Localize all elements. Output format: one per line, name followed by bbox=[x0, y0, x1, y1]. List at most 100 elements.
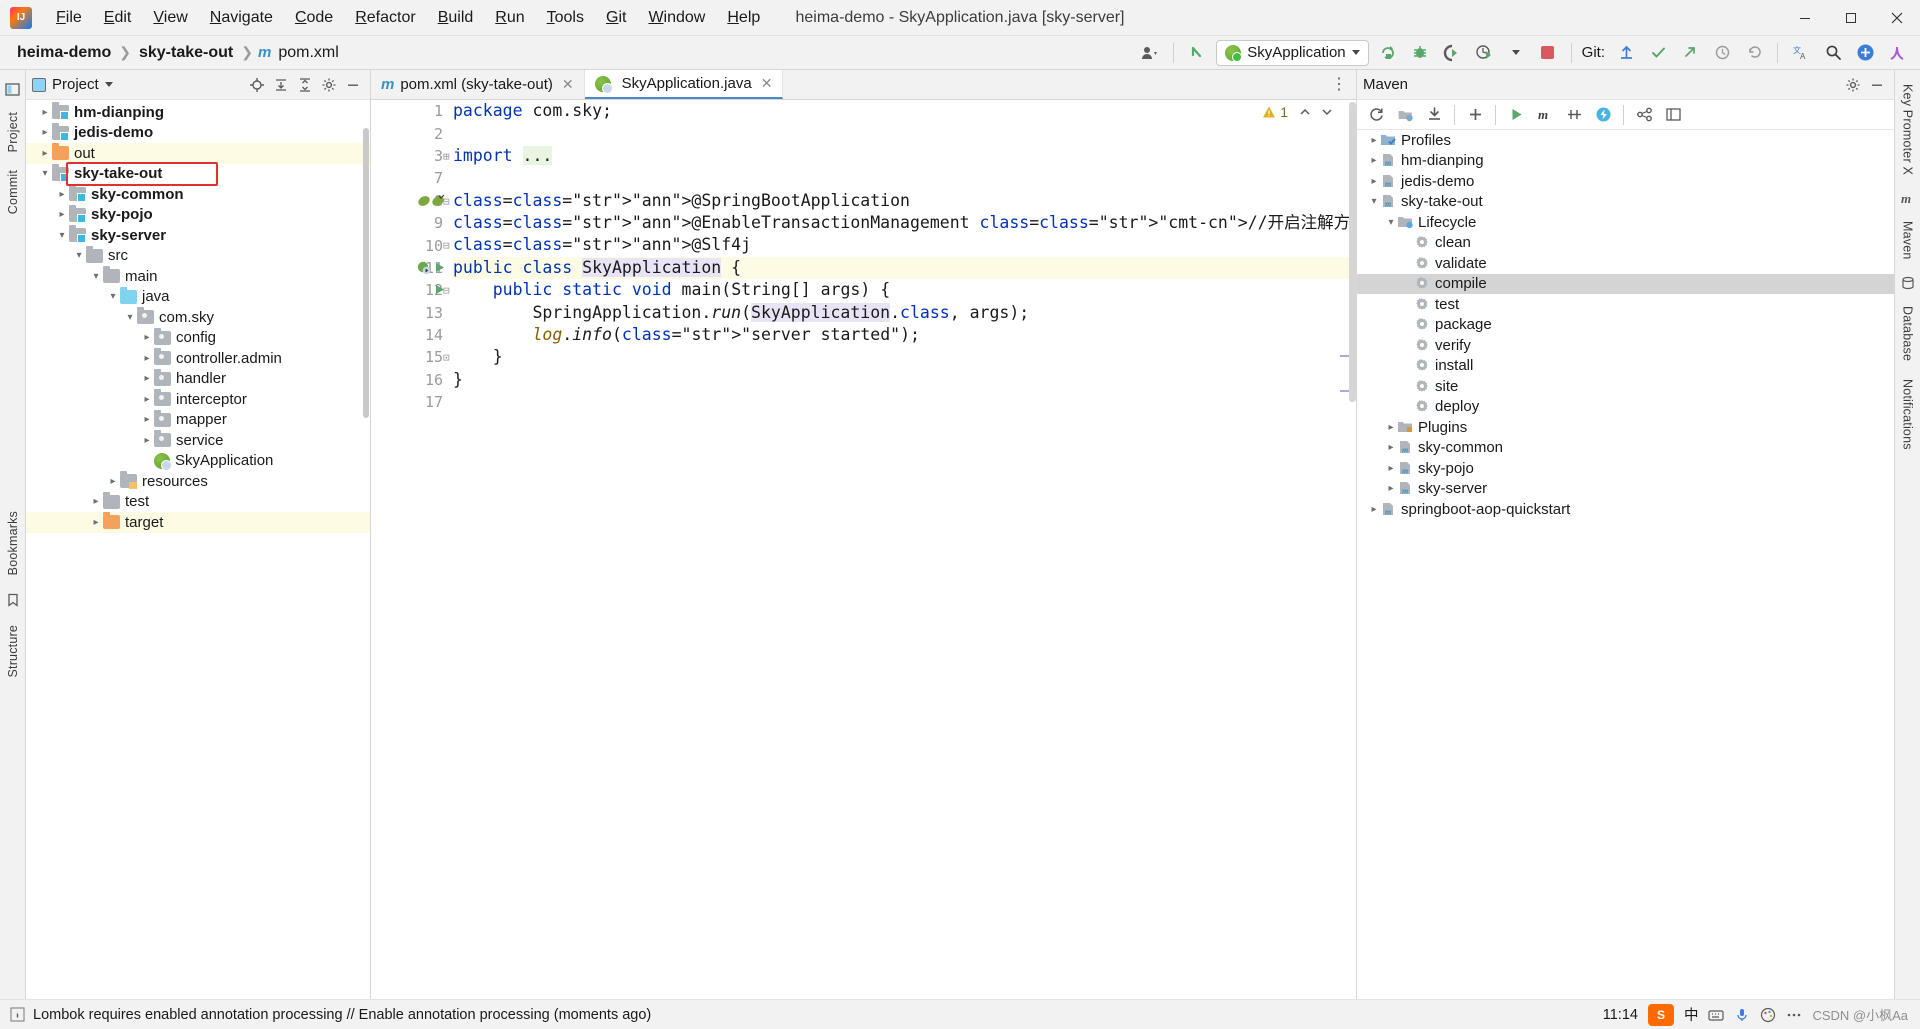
maven-tree-row[interactable]: validate bbox=[1357, 253, 1894, 274]
editor-gutter[interactable]: 1237891011121314151617⊞⊟⊟⊟⊡ bbox=[371, 100, 450, 1001]
database-icon[interactable] bbox=[1898, 273, 1918, 293]
chevron-right-icon[interactable]: ▸ bbox=[89, 496, 103, 507]
project-tree-row[interactable]: ▸ interceptor bbox=[26, 389, 370, 410]
bean-icon[interactable] bbox=[417, 194, 431, 208]
palette-icon[interactable] bbox=[1760, 1007, 1776, 1023]
project-tree-row[interactable]: ▸ controller.admin bbox=[26, 348, 370, 369]
maximize-button[interactable] bbox=[1828, 0, 1874, 36]
project-tree-row[interactable]: ▸ config bbox=[26, 327, 370, 349]
right-rail-item-key-promoter[interactable]: Key Promoter X bbox=[1901, 76, 1915, 183]
editor-tab-pom-xml[interactable]: m pom.xml (sky-take-out) ✕ bbox=[371, 70, 585, 99]
run-line-icon[interactable] bbox=[433, 261, 447, 275]
maven-tree-row[interactable]: install bbox=[1357, 356, 1894, 377]
chevron-down-icon[interactable] bbox=[1503, 40, 1529, 66]
collapse-all-icon[interactable] bbox=[294, 74, 316, 96]
code-line[interactable]: } bbox=[453, 369, 1356, 391]
chevron-right-icon[interactable]: ▸ bbox=[1367, 155, 1381, 166]
code-line[interactable]: class=class="str">"ann">@SpringBootAppli… bbox=[453, 190, 1356, 212]
breadcrumb-item-1[interactable]: sky-take-out bbox=[136, 42, 236, 64]
left-rail-item-project[interactable]: Project bbox=[6, 104, 20, 160]
code-line[interactable]: import ... bbox=[453, 145, 1356, 167]
maven-tree-row[interactable]: site bbox=[1357, 376, 1894, 397]
maven-tree-row[interactable]: compile bbox=[1357, 273, 1894, 294]
chevron-right-icon[interactable]: ▸ bbox=[55, 189, 69, 200]
project-tree-row[interactable]: ▸ hm-dianping bbox=[26, 102, 370, 123]
code-line[interactable]: log.info(class="str">"server started"); bbox=[453, 324, 1356, 346]
code-line[interactable]: SpringApplication.run(SkyApplication.cla… bbox=[453, 302, 1356, 324]
right-rail-item-notifications[interactable]: Notifications bbox=[1901, 371, 1915, 458]
maven-tree-row[interactable]: package bbox=[1357, 315, 1894, 336]
spring-run-icon[interactable] bbox=[417, 261, 431, 275]
breadcrumb-item-2[interactable]: pom.xml bbox=[275, 42, 341, 64]
chevron-right-icon[interactable]: ▸ bbox=[1367, 176, 1381, 187]
maven-tree-row[interactable]: ▸ m jedis-demo bbox=[1357, 171, 1894, 192]
chevron-right-icon[interactable]: ▸ bbox=[140, 414, 154, 425]
hide-icon[interactable] bbox=[1866, 74, 1888, 96]
maven-tree-row[interactable]: ▸ m sky-server bbox=[1357, 479, 1894, 500]
bottom-rail-item-structure[interactable]: Structure bbox=[6, 617, 20, 686]
maven-tree-row[interactable]: ▸ m sky-pojo bbox=[1357, 458, 1894, 479]
code-line[interactable] bbox=[453, 122, 1356, 144]
add-maven-project-icon[interactable] bbox=[1392, 103, 1418, 127]
chevron-right-icon[interactable]: ▸ bbox=[140, 373, 154, 384]
settings-icon[interactable] bbox=[318, 74, 340, 96]
project-tool-icon[interactable] bbox=[3, 79, 23, 99]
chevron-right-icon[interactable]: ▸ bbox=[140, 332, 154, 343]
maven-tree-row[interactable]: clean bbox=[1357, 233, 1894, 254]
code-editor[interactable]: 1237891011121314151617⊞⊟⊟⊟⊡ package com.… bbox=[371, 100, 1356, 1001]
translate-icon[interactable]: 文A bbox=[1788, 40, 1814, 66]
git-rollback-icon[interactable] bbox=[1741, 40, 1767, 66]
project-tree-row[interactable]: ▾ sky-take-out bbox=[26, 163, 370, 185]
maven-tool-icon[interactable]: m bbox=[1898, 188, 1918, 208]
menu-item-run[interactable]: Run bbox=[485, 5, 534, 31]
project-tree-row[interactable]: ▾ sky-server bbox=[26, 225, 370, 246]
show-dependencies-icon[interactable] bbox=[1631, 103, 1657, 127]
window-controls[interactable] bbox=[1782, 0, 1920, 36]
close-button[interactable] bbox=[1874, 0, 1920, 36]
stop-button[interactable] bbox=[1535, 40, 1561, 66]
ime-lang-label[interactable]: 中 bbox=[1684, 1004, 1699, 1025]
project-tree-row[interactable]: ▾ src bbox=[26, 245, 370, 267]
debug-icon[interactable] bbox=[1407, 40, 1433, 66]
bottom-rail-item-bookmarks[interactable]: Bookmarks bbox=[6, 503, 20, 583]
code-line[interactable]: public class SkyApplication { bbox=[453, 256, 1356, 280]
notification-message-bar[interactable]: Lombok requires enabled annotation proce… bbox=[0, 999, 1920, 1029]
more-icon[interactable] bbox=[1786, 1007, 1802, 1023]
chevron-right-icon[interactable]: ▸ bbox=[1384, 483, 1398, 494]
chevron-right-icon[interactable]: ▸ bbox=[38, 127, 52, 138]
chevron-down-icon[interactable]: ▾ bbox=[106, 291, 120, 302]
profiler-icon[interactable] bbox=[1471, 40, 1497, 66]
locate-icon[interactable] bbox=[246, 74, 268, 96]
chevron-right-icon[interactable]: ▸ bbox=[1384, 422, 1398, 433]
chevron-right-icon[interactable]: ▸ bbox=[1367, 135, 1381, 146]
offline-mode-icon[interactable] bbox=[1590, 103, 1616, 127]
project-tree-row[interactable]: ▾ main bbox=[26, 266, 370, 287]
breadcrumb-item-0[interactable]: heima-demo bbox=[14, 42, 114, 64]
project-tree-row[interactable]: ▸ resources bbox=[26, 471, 370, 492]
download-sources-icon[interactable] bbox=[1421, 103, 1447, 127]
chevron-right-icon[interactable]: ▸ bbox=[140, 394, 154, 405]
menu-item-file[interactable]: File bbox=[46, 5, 92, 31]
keyboard-icon[interactable] bbox=[1708, 1007, 1725, 1023]
maven-tree-row[interactable]: test bbox=[1357, 294, 1894, 315]
chevron-right-icon[interactable]: ▸ bbox=[1384, 463, 1398, 474]
code-line[interactable] bbox=[453, 167, 1356, 189]
menu-item-window[interactable]: Window bbox=[638, 5, 715, 31]
close-icon[interactable]: ✕ bbox=[761, 75, 773, 92]
chevron-right-icon[interactable]: ▸ bbox=[55, 209, 69, 220]
chevron-down-icon[interactable]: ▾ bbox=[123, 312, 137, 323]
maven-tree-row[interactable]: verify bbox=[1357, 335, 1894, 356]
editor-area[interactable]: m pom.xml (sky-take-out) ✕ SkyApplication.j… bbox=[371, 70, 1356, 1001]
project-tree-row[interactable]: ▸ out bbox=[26, 143, 370, 164]
chevron-down-icon[interactable]: ▾ bbox=[89, 271, 103, 282]
maven-tree-row[interactable]: ▸ m hm-dianping bbox=[1357, 151, 1894, 172]
project-tree-row[interactable]: ▸ handler bbox=[26, 368, 370, 390]
toggle-skip-tests-icon[interactable] bbox=[1561, 103, 1587, 127]
editor-text[interactable]: package com.sky; import ... class=class=… bbox=[449, 100, 1356, 1001]
git-history-icon[interactable] bbox=[1709, 40, 1735, 66]
maven-tree-row[interactable]: ▸ m sky-common bbox=[1357, 438, 1894, 459]
chevron-down-icon[interactable]: ▾ bbox=[1384, 217, 1398, 228]
maven-tree-row[interactable]: deploy bbox=[1357, 397, 1894, 418]
reload-icon[interactable] bbox=[1363, 103, 1389, 127]
run-with-coverage-icon[interactable] bbox=[1439, 40, 1465, 66]
